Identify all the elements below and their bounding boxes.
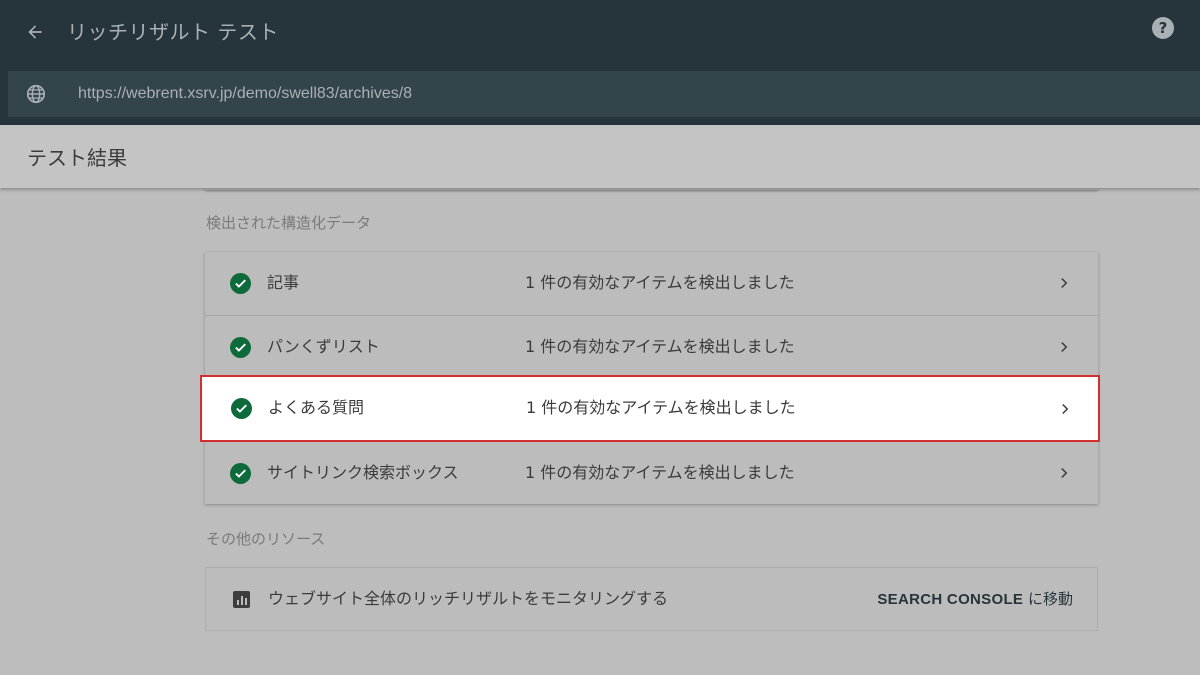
structured-data-section-label: 検出された構造化データ [206,214,372,232]
help-button[interactable]: ? [1152,17,1174,39]
check-circle-icon [230,337,251,358]
globe-icon [26,84,46,104]
structured-data-row-article[interactable]: 記事 1 件の有効なアイテムを検出しました [205,252,1098,315]
tested-url: https://webrent.xsrv.jp/demo/swell83/arc… [78,85,413,102]
search-console-resource: ウェブサイト全体のリッチリザルトをモニタリングする SEARCH CONSOLE… [205,567,1098,631]
check-circle-icon [230,273,251,294]
chevron-right-icon [1061,467,1068,479]
row-status: 1 件の有効なアイテムを検出しました [525,337,795,356]
row-name: サイトリンク検索ボックス [267,463,459,482]
bar-chart-icon [233,591,250,608]
chevron-right-icon [1061,277,1068,289]
row-name: よくある質問 [268,398,365,417]
resource-description: ウェブサイト全体のリッチリザルトをモニタリングする [268,589,669,608]
search-console-link-strong: SEARCH CONSOLE [877,591,1024,608]
search-console-link[interactable]: SEARCH CONSOLE に移動 [877,588,1073,611]
chevron-right-icon [1061,341,1068,353]
back-button[interactable] [22,19,48,45]
check-circle-icon [230,463,251,484]
results-title: テスト結果 [27,146,127,170]
app-title: リッチリザルト テスト [67,20,279,44]
results-header: テスト結果 [0,125,1200,188]
check-circle-icon [231,398,252,419]
structured-data-row-breadcrumb[interactable]: パンくずリスト 1 件の有効なアイテムを検出しました [205,315,1098,378]
help-icon: ? [1158,19,1168,37]
row-status: 1 件の有効なアイテムを検出しました [525,273,795,292]
search-console-link-rest: に移動 [1023,590,1073,608]
structured-data-row-sitelinks-searchbox[interactable]: サイトリンク検索ボックス 1 件の有効なアイテムを検出しました [205,441,1098,504]
app-bar: リッチリザルト テスト ? https://webrent.xsrv.jp/de… [0,0,1200,125]
arrow-back-icon [28,25,42,39]
row-status: 1 件の有効なアイテムを検出しました [526,398,796,417]
chevron-right-icon [1062,403,1069,415]
other-resources-section-label: その他のリソース [206,530,326,548]
url-bar[interactable]: https://webrent.xsrv.jp/demo/swell83/arc… [8,71,1200,117]
row-name: 記事 [267,273,300,292]
row-name: パンくずリスト [267,337,380,356]
row-status: 1 件の有効なアイテムを検出しました [525,463,795,482]
structured-data-row-faq[interactable]: よくある質問 1 件の有効なアイテムを検出しました [200,375,1100,442]
